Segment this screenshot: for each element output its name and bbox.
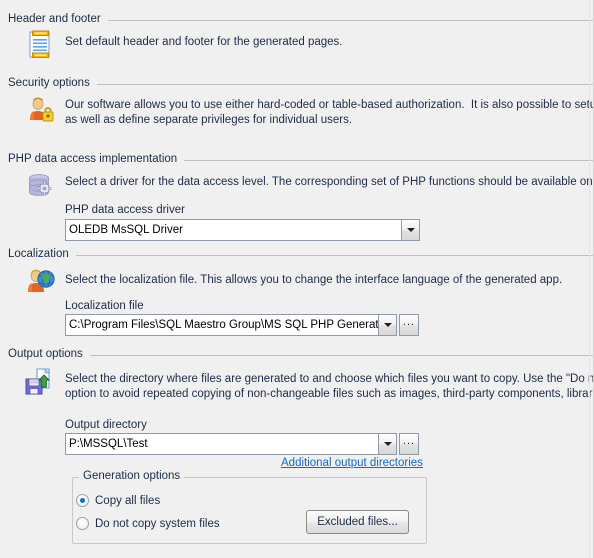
ellipsis-icon: ... (402, 316, 416, 328)
viewport-inner-edge (589, 0, 590, 558)
section-title-header-footer: Header and footer (8, 13, 101, 25)
php-data-access-driver-combo[interactable]: OLEDB MsSQL Driver (65, 219, 420, 241)
output-directory-value[interactable]: P:\MSSQL\Test (66, 434, 378, 454)
radio-copy-all-files[interactable]: Copy all files (76, 494, 160, 507)
section-rule (75, 254, 594, 256)
radio-indicator-selected[interactable] (76, 494, 89, 507)
description-security-line2: as well as define separate privileges fo… (65, 114, 353, 126)
description-security-line1: Our software allows you to use either ha… (65, 99, 594, 111)
section-title-security: Security options (8, 77, 90, 89)
section-title-output: Output options (8, 348, 83, 360)
excluded-files-button[interactable]: Excluded files... (306, 510, 409, 534)
php-data-access-driver-value[interactable]: OLEDB MsSQL Driver (66, 220, 401, 240)
label-output-directory: Output directory (65, 419, 147, 431)
section-title-php-data-access: PHP data access implementation (8, 153, 178, 165)
radio-do-not-copy-system-files[interactable]: Do not copy system files (76, 517, 220, 530)
database-gear-icon (24, 170, 56, 202)
section-rule (184, 159, 594, 161)
radio-indicator-unselected[interactable] (76, 517, 89, 530)
generation-options-title: Generation options (79, 470, 185, 482)
localization-browse-button[interactable]: ... (399, 314, 419, 336)
section-header-security: Security options (8, 77, 594, 89)
localization-file-value[interactable]: C:\Program Files\SQL Maestro Group\MS SQ… (66, 315, 378, 335)
radio-label-copy-all-files: Copy all files (95, 494, 161, 507)
section-header-header-footer: Header and footer (8, 13, 594, 25)
localization-file-combo[interactable]: C:\Program Files\SQL Maestro Group\MS SQ… (65, 314, 397, 336)
description-header-footer: Set default header and footer for the ge… (65, 36, 343, 48)
label-localization-file: Localization file (65, 300, 144, 312)
description-output-line2: option to avoid repeated copying of non-… (65, 388, 594, 400)
section-rule (96, 83, 594, 85)
user-globe-icon (24, 266, 56, 298)
description-localization: Select the localization file. This allow… (65, 274, 563, 286)
ellipsis-icon: ... (402, 435, 416, 447)
label-php-data-access-driver: PHP data access driver (65, 204, 185, 216)
save-page-icon (22, 366, 54, 398)
section-header-output: Output options (8, 348, 594, 360)
chevron-down-icon[interactable] (378, 434, 396, 454)
chevron-down-icon[interactable] (378, 315, 396, 335)
section-rule (89, 354, 594, 356)
user-lock-icon (24, 95, 56, 127)
radio-label-do-not-copy-system-files: Do not copy system files (95, 517, 220, 530)
description-output-line1: Select the directory where files are gen… (65, 373, 594, 385)
output-directory-combo[interactable]: P:\MSSQL\Test (65, 433, 397, 455)
document-lines-icon (24, 28, 56, 60)
section-title-localization: Localization (8, 248, 69, 260)
output-directory-browse-button[interactable]: ... (399, 433, 419, 455)
chevron-down-icon[interactable] (401, 220, 419, 240)
options-page: Header and footer Set default header and… (0, 0, 594, 558)
section-rule (107, 19, 594, 21)
description-php-data-access: Select a driver for the data access leve… (65, 176, 594, 188)
section-header-php-data-access: PHP data access implementation (8, 153, 594, 165)
additional-output-directories-link[interactable]: Additional output directories (281, 457, 423, 469)
section-header-localization: Localization (8, 248, 594, 260)
